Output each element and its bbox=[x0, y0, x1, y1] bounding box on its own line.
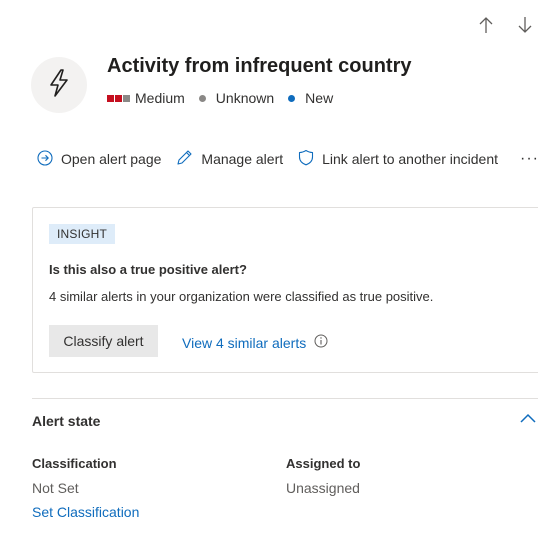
command-bar: Open alert page Manage alert Link alert … bbox=[37, 148, 513, 170]
insight-card: INSIGHT Is this also a true positive ale… bbox=[32, 207, 538, 373]
classification-label: Classification bbox=[32, 456, 117, 471]
insight-description: 4 similar alerts in your organization we… bbox=[49, 289, 434, 304]
insight-badge: INSIGHT bbox=[49, 224, 116, 244]
state-dot-icon bbox=[288, 94, 296, 102]
set-classification-link[interactable]: Set Classification bbox=[32, 504, 139, 520]
view-similar-alerts-link[interactable]: View 4 similar alerts bbox=[182, 334, 328, 351]
state-label: New bbox=[305, 90, 334, 106]
classify-alert-button[interactable]: Classify alert bbox=[49, 325, 158, 357]
status-indicator: Unknown bbox=[198, 90, 275, 106]
chevron-up-icon[interactable] bbox=[520, 412, 536, 430]
more-options-icon[interactable]: ··· bbox=[520, 150, 538, 168]
assigned-to-value: Unassigned bbox=[286, 480, 360, 496]
status-label: Unknown bbox=[215, 90, 275, 106]
link-alert-label: Link alert to another incident bbox=[322, 151, 499, 167]
alert-avatar bbox=[31, 57, 87, 113]
pencil-icon bbox=[176, 149, 201, 169]
shield-icon bbox=[298, 149, 322, 169]
arrow-down-icon[interactable] bbox=[515, 15, 535, 35]
alert-state-title: Alert state bbox=[32, 413, 101, 429]
info-icon[interactable] bbox=[306, 334, 328, 351]
circle-arrow-right-icon bbox=[37, 149, 61, 169]
link-alert-button[interactable]: Link alert to another incident bbox=[298, 149, 498, 169]
alert-title: Activity from infrequent country bbox=[107, 55, 412, 77]
view-similar-alerts-label: View 4 similar alerts bbox=[182, 334, 307, 351]
status-dot-icon bbox=[198, 94, 206, 102]
open-alert-page-button[interactable]: Open alert page bbox=[37, 149, 162, 169]
severity-indicator: Medium bbox=[107, 90, 185, 106]
arrow-up-icon[interactable] bbox=[476, 15, 496, 35]
manage-alert-button[interactable]: Manage alert bbox=[176, 149, 283, 169]
manage-alert-label: Manage alert bbox=[201, 151, 284, 167]
severity-bars-icon bbox=[107, 94, 130, 102]
classification-value: Not Set bbox=[32, 480, 79, 496]
severity-label: Medium bbox=[135, 90, 185, 106]
open-alert-page-label: Open alert page bbox=[61, 151, 162, 167]
lightning-bolt-icon bbox=[46, 68, 72, 103]
section-divider bbox=[32, 398, 538, 399]
insight-question: Is this also a true positive alert? bbox=[49, 262, 247, 277]
assigned-to-label: Assigned to bbox=[286, 456, 361, 471]
state-indicator: New bbox=[288, 90, 333, 106]
alert-meta: Medium Unknown New bbox=[107, 89, 347, 107]
